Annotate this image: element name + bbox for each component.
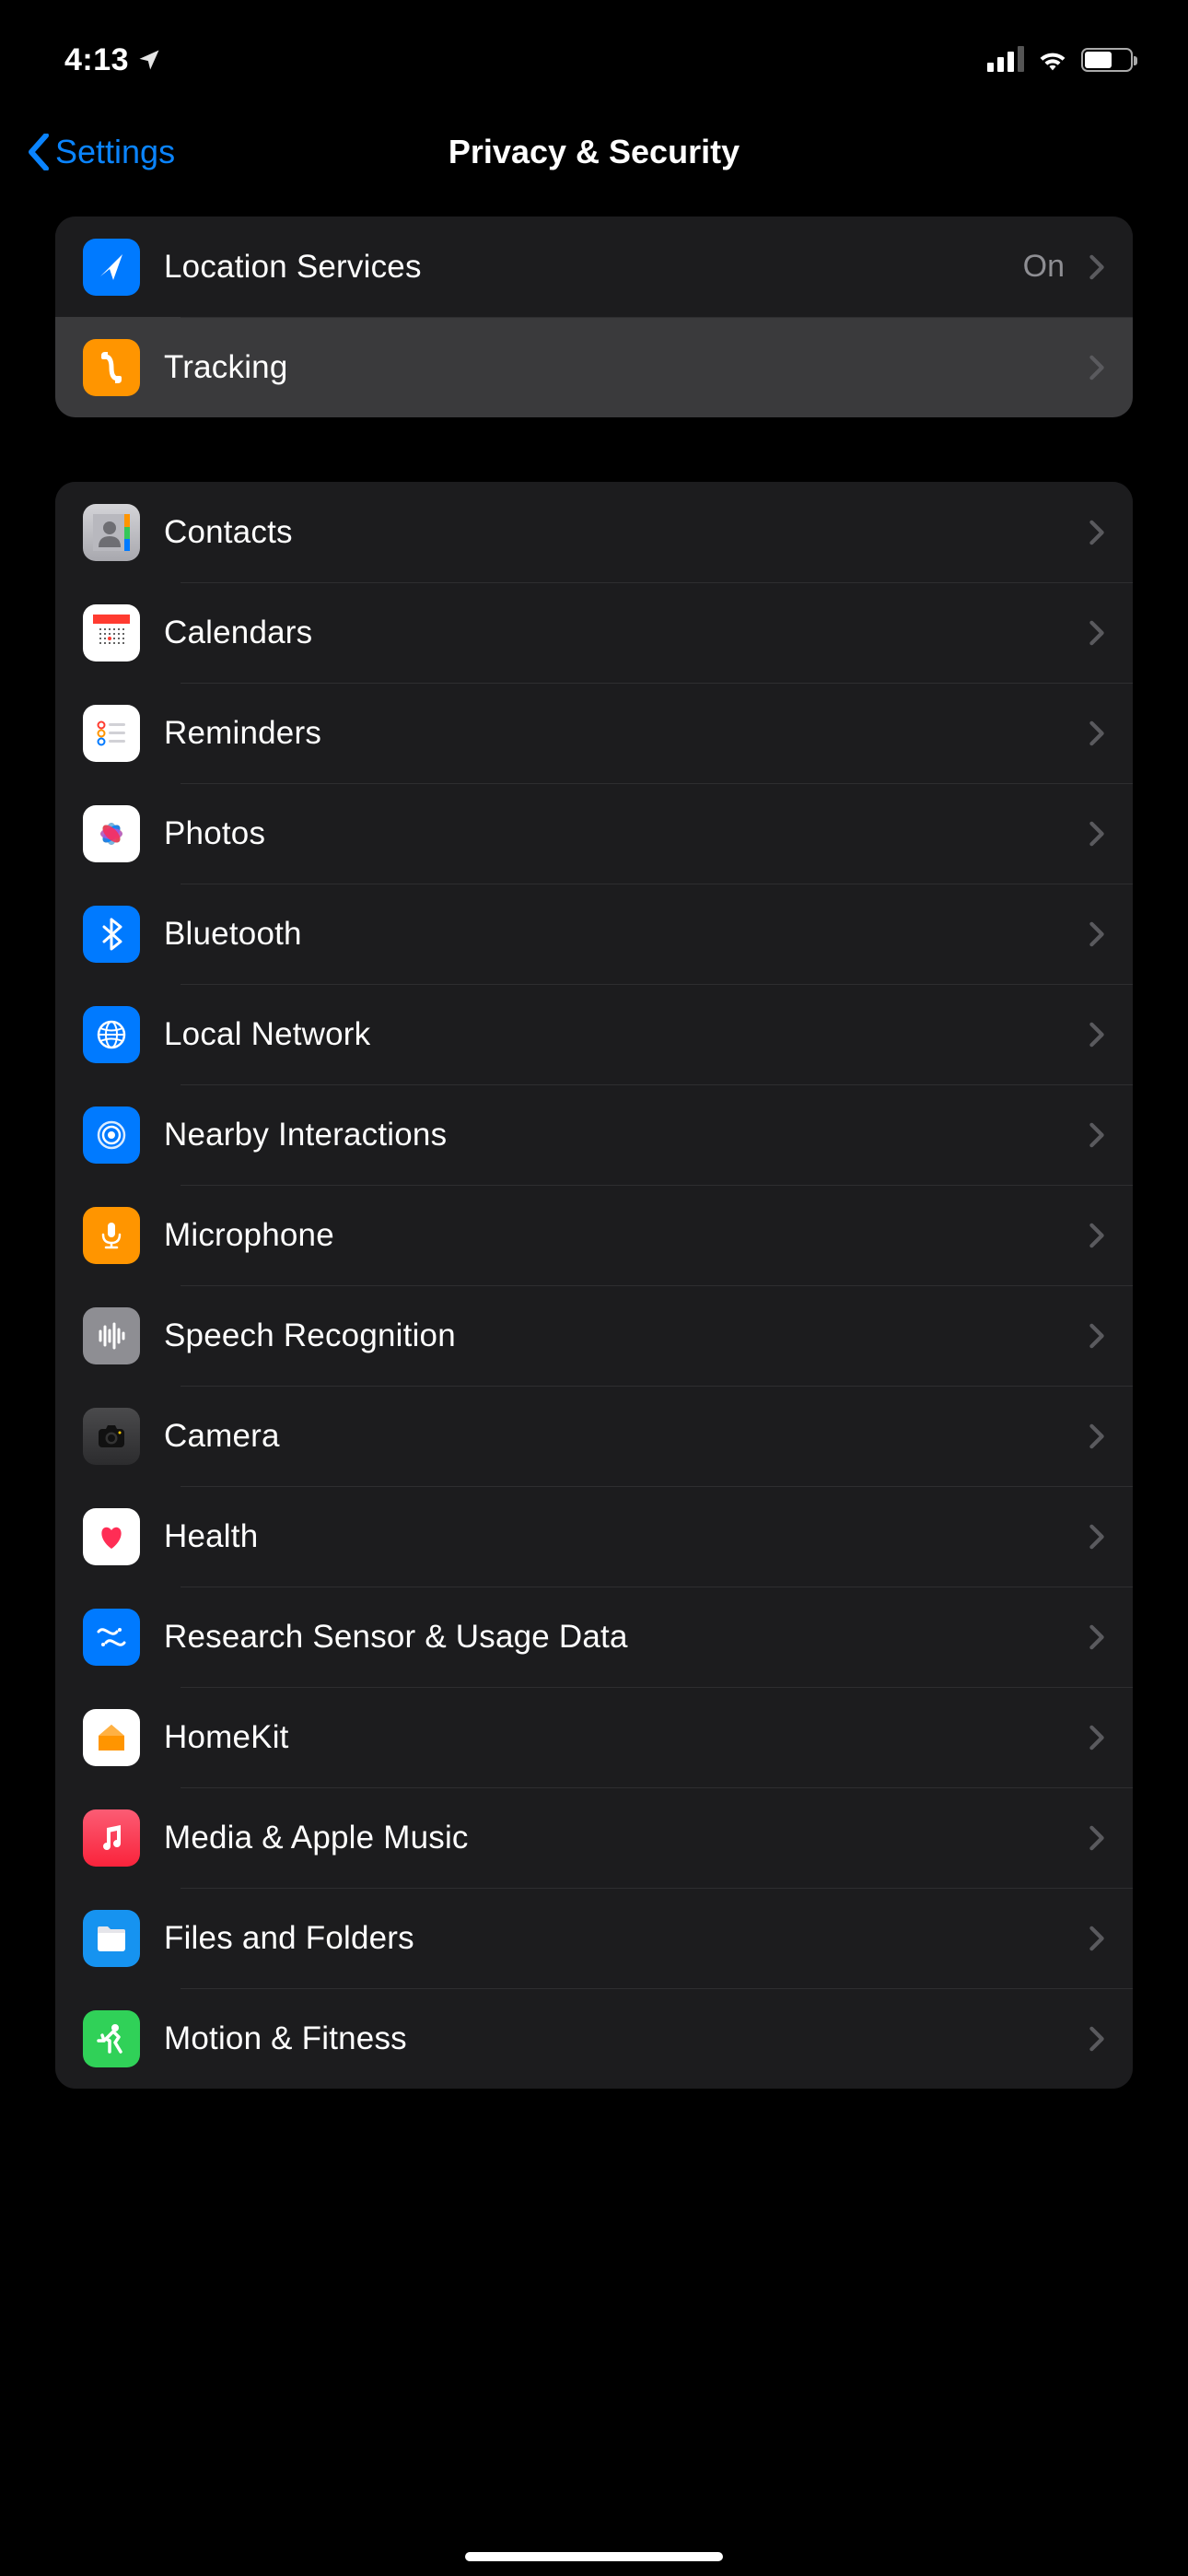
settings-row-microphone[interactable]: Microphone bbox=[55, 1185, 1133, 1285]
tracking-icon bbox=[83, 339, 140, 396]
settings-row-files-and-folders[interactable]: Files and Folders bbox=[55, 1888, 1133, 1988]
settings-row-reminders[interactable]: Reminders bbox=[55, 683, 1133, 783]
settings-row-motion-fitness[interactable]: Motion & Fitness bbox=[55, 1988, 1133, 2089]
back-button[interactable]: Settings bbox=[28, 133, 175, 171]
chevron-right-icon bbox=[1089, 254, 1105, 280]
status-time: 4:13 bbox=[64, 42, 129, 78]
calendar-icon bbox=[83, 604, 140, 662]
settings-row-tracking[interactable]: Tracking bbox=[55, 317, 1133, 417]
status-right bbox=[987, 48, 1133, 72]
row-label: Bluetooth bbox=[164, 916, 1065, 953]
settings-row-local-network[interactable]: Local Network bbox=[55, 984, 1133, 1084]
row-label: Motion & Fitness bbox=[164, 2020, 1065, 2057]
nearby-icon bbox=[83, 1107, 140, 1164]
settings-row-health[interactable]: Health bbox=[55, 1486, 1133, 1587]
row-label: Local Network bbox=[164, 1016, 1065, 1053]
navigation-bar: Settings Privacy & Security bbox=[0, 101, 1188, 203]
row-label: Camera bbox=[164, 1418, 1065, 1455]
settings-row-nearby-interactions[interactable]: Nearby Interactions bbox=[55, 1084, 1133, 1185]
waveform-icon bbox=[83, 1307, 140, 1364]
row-label: Location Services bbox=[164, 249, 999, 286]
settings-row-speech-recognition[interactable]: Speech Recognition bbox=[55, 1285, 1133, 1386]
settings-group-1: Location Services On Tracking bbox=[55, 217, 1133, 417]
camera-icon bbox=[83, 1408, 140, 1465]
chevron-right-icon bbox=[1089, 1223, 1105, 1248]
photos-icon bbox=[83, 805, 140, 862]
music-icon bbox=[83, 1809, 140, 1867]
home-indicator[interactable] bbox=[465, 2552, 723, 2561]
settings-row-media-apple-music[interactable]: Media & Apple Music bbox=[55, 1787, 1133, 1888]
row-label: Files and Folders bbox=[164, 1920, 1065, 1957]
row-label: Tracking bbox=[164, 349, 1065, 386]
row-label: Microphone bbox=[164, 1217, 1065, 1254]
contacts-icon bbox=[83, 504, 140, 561]
row-label: Contacts bbox=[164, 514, 1065, 551]
row-label: Photos bbox=[164, 815, 1065, 852]
bluetooth-icon bbox=[83, 906, 140, 963]
row-label: Nearby Interactions bbox=[164, 1117, 1065, 1153]
settings-row-location-services[interactable]: Location Services On bbox=[55, 217, 1133, 317]
settings-group-2: Contacts Calendars Reminders Photos Bluetoot… bbox=[55, 482, 1133, 2089]
settings-row-research-sensor-usage-data[interactable]: Research Sensor & Usage Data bbox=[55, 1587, 1133, 1687]
chevron-right-icon bbox=[1089, 1022, 1105, 1048]
chevron-right-icon bbox=[1089, 921, 1105, 947]
chevron-right-icon bbox=[1089, 1122, 1105, 1148]
row-label: Research Sensor & Usage Data bbox=[164, 1619, 1065, 1656]
settings-row-contacts[interactable]: Contacts bbox=[55, 482, 1133, 582]
battery-icon bbox=[1081, 48, 1133, 72]
home-icon bbox=[83, 1709, 140, 1766]
wifi-icon bbox=[1037, 48, 1068, 72]
chevron-right-icon bbox=[1089, 1926, 1105, 1951]
chevron-right-icon bbox=[1089, 520, 1105, 545]
heart-icon bbox=[83, 1508, 140, 1565]
settings-row-camera[interactable]: Camera bbox=[55, 1386, 1133, 1486]
location-indicator-icon bbox=[136, 47, 162, 73]
chevron-right-icon bbox=[1089, 1524, 1105, 1550]
fitness-icon bbox=[83, 2010, 140, 2067]
chevron-right-icon bbox=[1089, 1624, 1105, 1650]
row-label: Speech Recognition bbox=[164, 1317, 1065, 1354]
row-label: Health bbox=[164, 1518, 1065, 1555]
chevron-right-icon bbox=[1089, 620, 1105, 646]
settings-row-bluetooth[interactable]: Bluetooth bbox=[55, 884, 1133, 984]
cellular-signal-icon bbox=[987, 48, 1024, 72]
row-label: Reminders bbox=[164, 715, 1065, 752]
chevron-right-icon bbox=[1089, 2026, 1105, 2052]
globe-icon bbox=[83, 1006, 140, 1063]
row-label: Media & Apple Music bbox=[164, 1820, 1065, 1856]
chevron-right-icon bbox=[1089, 720, 1105, 746]
chevron-right-icon bbox=[1089, 355, 1105, 381]
location-arrow-icon bbox=[83, 239, 140, 296]
settings-row-photos[interactable]: Photos bbox=[55, 783, 1133, 884]
reminders-icon bbox=[83, 705, 140, 762]
settings-row-homekit[interactable]: HomeKit bbox=[55, 1687, 1133, 1787]
chevron-left-icon bbox=[28, 134, 50, 170]
settings-row-calendars[interactable]: Calendars bbox=[55, 582, 1133, 683]
chevron-right-icon bbox=[1089, 1323, 1105, 1349]
back-label: Settings bbox=[55, 133, 175, 171]
status-bar: 4:13 bbox=[0, 0, 1188, 101]
mic-icon bbox=[83, 1207, 140, 1264]
row-label: Calendars bbox=[164, 615, 1065, 651]
chevron-right-icon bbox=[1089, 821, 1105, 847]
chevron-right-icon bbox=[1089, 1423, 1105, 1449]
chevron-right-icon bbox=[1089, 1725, 1105, 1751]
status-left: 4:13 bbox=[64, 42, 162, 78]
research-icon bbox=[83, 1609, 140, 1666]
folder-icon bbox=[83, 1910, 140, 1967]
row-label: HomeKit bbox=[164, 1719, 1065, 1756]
chevron-right-icon bbox=[1089, 1825, 1105, 1851]
page-title: Privacy & Security bbox=[448, 133, 740, 171]
row-detail: On bbox=[1023, 249, 1065, 285]
